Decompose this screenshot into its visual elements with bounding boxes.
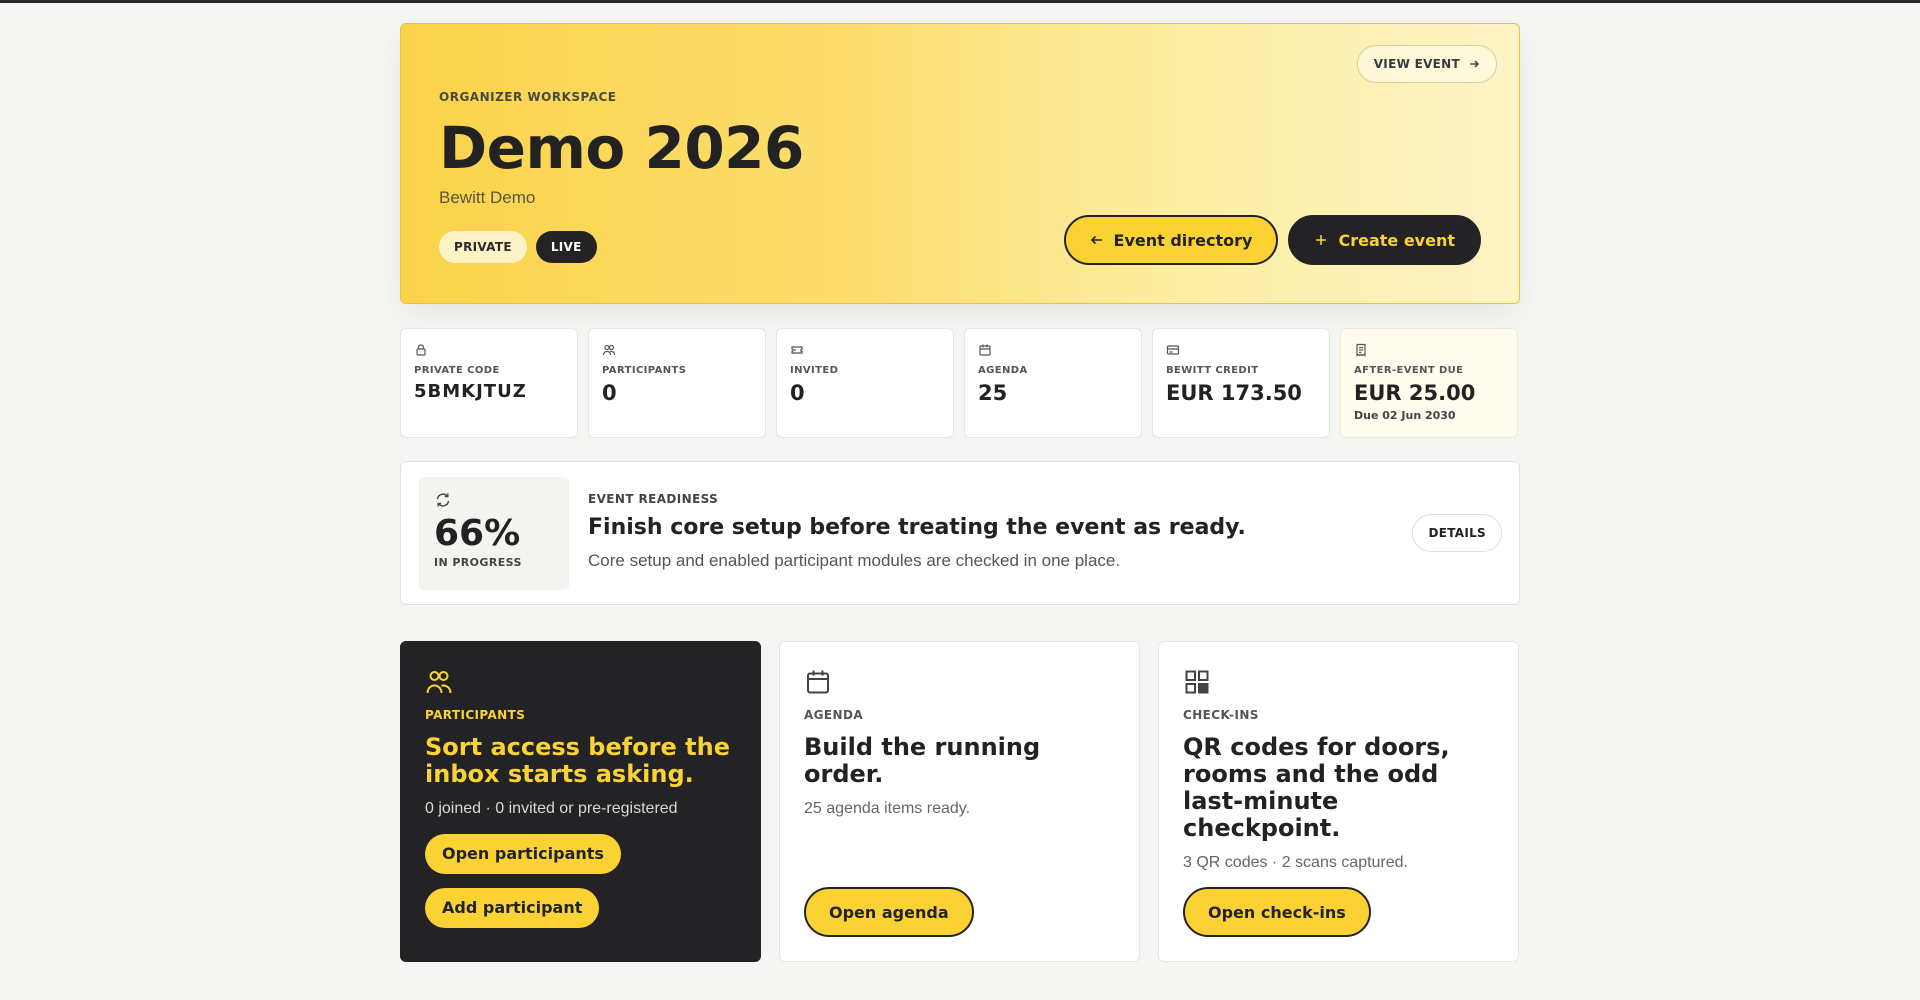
stat-participants: PARTICIPANTS 0 [588,328,766,438]
stat-private-code: PRIVATE CODE 5BMKJTUZ [400,328,578,438]
readiness-eyebrow: EVENT READINESS [588,492,719,506]
workspace: ORGANIZER WORKSPACE Demo 2026 Bewitt Dem… [400,23,1520,962]
add-participant-button[interactable]: Add participant [425,887,600,928]
stat-value: 0 [602,381,617,405]
stat-value: 0 [790,381,805,405]
event-readiness-panel: 66% IN PROGRESS EVENT READINESS Finish c… [400,461,1520,605]
open-check-ins-button[interactable]: Open check-ins [1183,887,1371,937]
create-event-label: Create event [1338,230,1455,250]
arrow-left-icon [1090,235,1102,245]
stat-value: 5BMKJTUZ [414,381,527,402]
card-meta: 3 QR codes · 2 scans captured. [1183,853,1408,871]
stat-value: 25 [978,381,1008,405]
stat-bewitt-credit: BEWITT CREDIT EUR 173.50 [1152,328,1330,438]
calendar-icon [807,670,829,694]
credit-card-icon [1166,345,1180,355]
readiness-description: Core setup and enabled participant modul… [588,551,1121,570]
event-badges: PRIVATE LIVE [439,231,597,263]
private-badge: PRIVATE [439,231,527,263]
create-event-button[interactable]: Create event [1288,215,1481,265]
event-directory-button[interactable]: Event directory [1063,215,1279,265]
stat-invited: INVITED 0 [776,328,954,438]
agenda-card: AGENDA Build the running order. 25 agend… [779,641,1140,962]
stat-value: EUR 173.50 [1166,381,1302,405]
card-heading: QR codes for doors, rooms and the odd la… [1183,733,1450,842]
details-button[interactable]: DETAILS [1412,514,1502,552]
receipt-icon [1356,343,1366,357]
card-meta: 25 agenda items ready. [804,799,971,817]
module-cards: PARTICIPANTS Sort access before the inbo… [400,641,1520,962]
readiness-heading: Finish core setup before treating the ev… [588,515,1246,540]
participants-card: PARTICIPANTS Sort access before the inbo… [400,641,761,962]
stat-value: EUR 25.00 [1354,381,1476,405]
stat-due-date: Due 02 Jun 2030 [1354,409,1456,422]
card-actions: Open participants Add participant [425,833,736,928]
stat-label: BEWITT CREDIT [1166,365,1259,376]
check-ins-card: CHECK-INS QR codes for doors, rooms and … [1158,641,1519,962]
stat-label: AGENDA [978,365,1028,376]
card-label: CHECK-INS [1183,708,1259,722]
open-participants-button[interactable]: Open participants [425,833,621,874]
users-icon [602,344,616,356]
ticket-icon [791,346,803,354]
hero-actions: Event directory Create event [1063,215,1481,265]
workspace-eyebrow: ORGANIZER WORKSPACE [439,90,617,104]
users-icon [426,671,452,694]
event-title: Demo 2026 [439,114,804,182]
view-event-button[interactable]: VIEW EVENT [1356,45,1497,83]
calendar-icon [979,344,991,356]
view-event-label: VIEW EVENT [1373,57,1460,71]
stat-label: INVITED [790,365,839,376]
stat-label: PRIVATE CODE [414,365,500,376]
readiness-status: IN PROGRESS [434,556,522,569]
stat-after-event-due: AFTER-EVENT DUE EUR 25.00 Due 02 Jun 203… [1340,328,1518,438]
live-badge: LIVE [535,231,597,263]
open-agenda-button[interactable]: Open agenda [804,887,974,937]
arrow-right-icon [1470,60,1479,68]
event-organizer: Bewitt Demo [439,188,536,207]
stat-label: AFTER-EVENT DUE [1354,365,1464,376]
event-hero: ORGANIZER WORKSPACE Demo 2026 Bewitt Dem… [400,23,1520,304]
stat-agenda: AGENDA 25 [964,328,1142,438]
card-heading: Build the running order. [804,733,1041,788]
event-directory-label: Event directory [1113,230,1253,250]
readiness-score: 66% IN PROGRESS [419,477,569,590]
stats-row: PRIVATE CODE 5BMKJTUZ PARTICIPANTS 0 INV… [400,328,1520,438]
card-heading: Sort access before the inbox starts aski… [425,733,730,788]
card-meta: 0 joined · 0 invited or pre-registered [425,799,678,817]
lock-icon [416,344,426,356]
card-label: AGENDA [804,708,864,722]
refresh-icon [436,493,450,507]
readiness-percent: 66% [434,513,521,554]
stat-label: PARTICIPANTS [602,365,687,376]
plus-icon [1316,235,1327,245]
card-label: PARTICIPANTS [425,708,526,722]
qr-code-icon [1185,670,1209,694]
